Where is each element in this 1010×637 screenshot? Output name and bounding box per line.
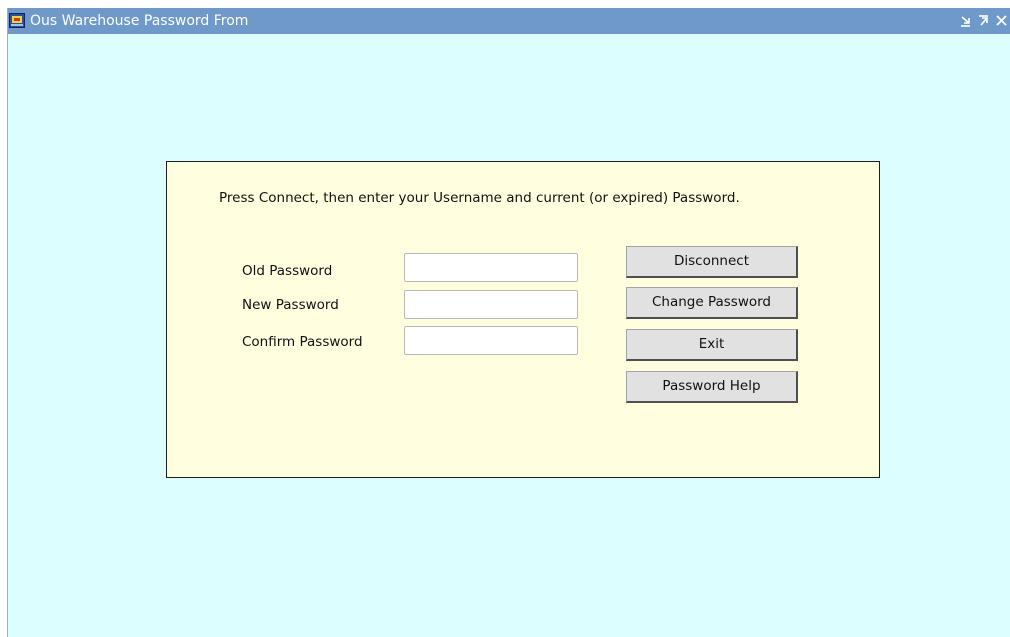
old-password-input[interactable] (404, 253, 578, 282)
disconnect-button[interactable]: Disconnect (626, 246, 798, 278)
new-password-input[interactable] (404, 290, 578, 319)
change-password-button[interactable]: Change Password (626, 287, 798, 319)
exit-button[interactable]: Exit (626, 329, 798, 361)
minimize-icon[interactable] (959, 14, 972, 27)
maximize-icon[interactable] (977, 14, 990, 27)
password-panel: Press Connect, then enter your Username … (166, 161, 880, 478)
close-icon[interactable] (995, 14, 1008, 27)
window-title: Ous Warehouse Password From (30, 13, 249, 29)
confirm-password-input[interactable] (404, 326, 578, 355)
instruction-text: Press Connect, then enter your Username … (219, 190, 740, 206)
confirm-password-label: Confirm Password (242, 334, 363, 350)
password-help-button[interactable]: Password Help (626, 371, 798, 403)
new-password-label: New Password (242, 297, 339, 313)
app-icon (9, 12, 26, 29)
title-bar[interactable]: Ous Warehouse Password From (8, 8, 1010, 34)
password-form-window: Ous Warehouse Password From Press Connec… (7, 8, 1010, 637)
old-password-label: Old Password (242, 263, 333, 279)
